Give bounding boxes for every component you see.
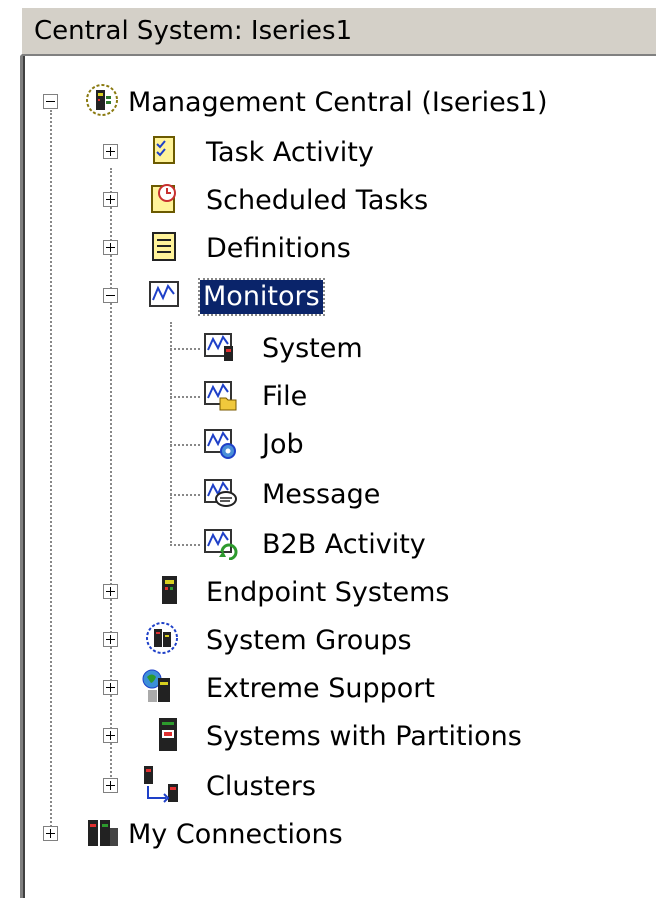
tree-node-system-groups[interactable]: System Groups: [100, 618, 640, 662]
task-activity-icon: [153, 136, 175, 164]
partitions-icon: [159, 718, 177, 751]
tree-node-monitor-file[interactable]: File: [170, 374, 640, 418]
tree-node-label: B2B Activity: [262, 529, 426, 560]
collapse-toggle[interactable]: [103, 288, 118, 303]
tree-node-extreme-support[interactable]: Extreme Support: [100, 666, 640, 710]
tree-node-label: Job: [262, 429, 304, 460]
job-monitor-icon: [204, 429, 236, 459]
tree-node-scheduled-tasks[interactable]: Scheduled Tasks: [100, 178, 640, 222]
tree-node-clusters[interactable]: Clusters: [100, 764, 640, 808]
tree-node-label: Message: [262, 479, 381, 510]
tree-node-label-selected: Monitors: [198, 278, 325, 316]
endpoint-system-icon: [162, 576, 177, 604]
expand-toggle[interactable]: [103, 728, 118, 743]
tree-node-label: Extreme Support: [206, 673, 435, 704]
expand-toggle[interactable]: [43, 826, 58, 841]
message-monitor-icon: [204, 479, 237, 507]
tree-node-monitor-job[interactable]: Job: [170, 422, 640, 466]
system-monitor-icon: [204, 333, 233, 361]
tree-node-label: Scheduled Tasks: [206, 185, 429, 216]
tree-connector: [170, 494, 200, 496]
tree-connector: [170, 444, 200, 446]
tree-node-label: Systems with Partitions: [206, 721, 522, 752]
tree-connector: [170, 544, 200, 546]
tree-node-my-connections[interactable]: My Connections: [40, 812, 640, 856]
tree-node-label: Definitions: [206, 233, 351, 264]
definitions-icon: [152, 232, 176, 261]
expand-toggle[interactable]: [103, 144, 118, 159]
tree-node-monitor-system[interactable]: System: [170, 326, 640, 370]
tree-node-label: File: [262, 381, 308, 412]
panel-border-inner: [23, 56, 25, 898]
tree-node-monitors[interactable]: Monitors: [100, 274, 640, 318]
expand-toggle[interactable]: [103, 584, 118, 599]
expand-toggle[interactable]: [103, 240, 118, 255]
extreme-support-icon: [142, 669, 170, 702]
expand-toggle[interactable]: [103, 680, 118, 695]
expand-toggle[interactable]: [103, 632, 118, 647]
monitor-icon: [149, 281, 179, 307]
tree-node-endpoint-systems[interactable]: Endpoint Systems: [100, 570, 640, 614]
file-monitor-icon: [204, 381, 237, 411]
my-connections-icon: [88, 820, 118, 846]
tree-node-monitor-b2b[interactable]: B2B Activity: [170, 522, 640, 566]
tree-connector: [50, 110, 52, 835]
tree-node-label: System Groups: [206, 625, 412, 656]
panel-header: Central System: Iseries1: [20, 6, 656, 56]
tree-node-systems-with-partitions[interactable]: Systems with Partitions: [100, 714, 640, 758]
b2b-activity-monitor-icon: [204, 529, 238, 560]
scheduled-tasks-icon: [151, 184, 176, 213]
tree-node-label: System: [262, 333, 363, 364]
expand-toggle[interactable]: [103, 192, 118, 207]
tree-node-label: Task Activity: [206, 137, 374, 168]
clusters-icon: [144, 766, 178, 803]
tree-node-definitions[interactable]: Definitions: [100, 226, 640, 270]
management-central-icon: [86, 84, 118, 116]
tree-connector: [170, 396, 200, 398]
tree-node-label: Management Central (Iseries1): [128, 87, 548, 118]
tree-node-management-central[interactable]: Management Central (Iseries1): [40, 80, 640, 124]
system-groups-icon: [146, 622, 178, 654]
expand-toggle[interactable]: [103, 778, 118, 793]
tree-node-task-activity[interactable]: Task Activity: [100, 130, 640, 174]
tree-connector: [170, 348, 200, 350]
tree-node-label: My Connections: [128, 819, 343, 850]
tree-view-panel: Central System: Iseries1 Management Cent…: [0, 0, 656, 898]
panel-title: Central System: Iseries1: [34, 16, 353, 46]
tree-node-label: Clusters: [206, 771, 316, 802]
tree-node-label: Endpoint Systems: [206, 577, 450, 608]
tree-node-monitor-message[interactable]: Message: [170, 472, 640, 516]
collapse-toggle[interactable]: [43, 94, 58, 109]
